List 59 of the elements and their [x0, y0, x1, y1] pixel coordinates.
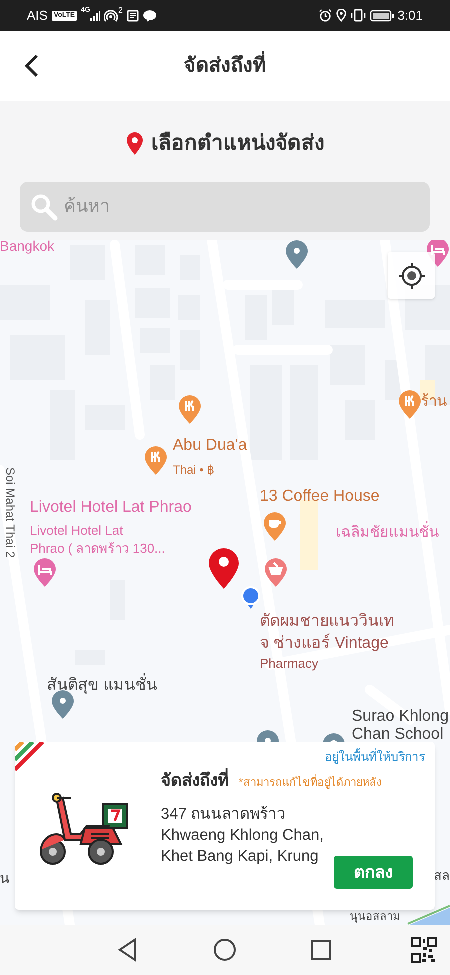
- map-label: 13 Coffee House: [260, 487, 380, 507]
- map-label: ตัดผมชายแนววินเท: [260, 612, 395, 632]
- page-title: จัดส่งถึงที่: [184, 51, 266, 81]
- restaurant-pin-icon: [144, 446, 168, 476]
- map-label: Abu Dua'a: [173, 436, 248, 456]
- hotspot-icon: [104, 8, 118, 22]
- map-label: สล: [434, 868, 450, 884]
- map-label: Thai • ฿: [173, 463, 216, 478]
- confirm-button[interactable]: ตกลง: [334, 856, 413, 889]
- map-label: น: [0, 870, 10, 888]
- current-location-icon: [241, 586, 261, 610]
- vibrate-icon: [350, 9, 366, 22]
- home-nav-button[interactable]: [212, 937, 238, 963]
- map-label: นุนอสลาม: [350, 911, 400, 925]
- map-label: จ ช่างแอร์ Vintage: [260, 634, 389, 654]
- qr-code-icon[interactable]: [411, 937, 437, 963]
- battery-icon: [370, 10, 394, 22]
- edit-later-note: *สามารถแก้ไขที่อยู่ได้ภายหลัง: [239, 775, 382, 792]
- restaurant-pin-icon: [398, 390, 422, 420]
- map-label: Bangkok: [0, 240, 54, 256]
- recents-nav-button[interactable]: [308, 937, 334, 963]
- hotel-pin-icon: [33, 558, 57, 588]
- prompt-text: เลือกตำแหน่งจัดส่ง: [152, 130, 324, 157]
- map-label: Surao Khlong: [352, 707, 449, 727]
- map-label: เฉลิมชัยแมนชั่น: [336, 524, 439, 543]
- mortar-pin-icon: [264, 558, 288, 588]
- signal-icon: [90, 10, 100, 20]
- map-label: Soi Mahat Thai 2: [2, 468, 18, 560]
- land-lot: [300, 500, 318, 570]
- alarm-icon: [318, 9, 332, 22]
- locate-button[interactable]: [388, 252, 435, 299]
- location-icon: [336, 9, 347, 22]
- address-text: 347 ถนนลาดพร้าว Khwaeng Khlong Chan, Khet Bang Kapi, Krung: [161, 804, 325, 866]
- map-label: Livotel Hotel Lat: [30, 523, 124, 540]
- service-area-text: อยู่ในพื้นที่ให้บริการ: [325, 748, 425, 766]
- map-label: ร้าน: [421, 393, 447, 412]
- home-circle-icon: [212, 937, 238, 963]
- river-drawing: [408, 905, 450, 925]
- map-label: Phrao ( ลาดพร้าว 130...: [30, 541, 166, 558]
- map-label: Livotel Hotel Lat Phrao: [30, 498, 192, 518]
- search-icon: [30, 192, 58, 220]
- delivery-scooter-icon: [37, 790, 129, 866]
- carrier-text: AIS: [27, 6, 48, 25]
- recents-square-icon: [308, 937, 334, 963]
- map-label: สันติสุข แมนชั่น: [47, 676, 158, 696]
- map-label: Chan School: [352, 725, 444, 745]
- selected-location-pin-icon: [208, 548, 240, 590]
- crosshair-icon: [398, 262, 426, 290]
- map-label: Pharmacy: [260, 656, 319, 672]
- search-field[interactable]: ค้นหา: [20, 182, 430, 232]
- map-view[interactable]: [0, 240, 450, 925]
- hotspot-count-text: 2: [118, 5, 123, 17]
- clock-text: 3:01: [398, 6, 423, 25]
- map-pin-icon: [126, 132, 144, 156]
- cup-pin-icon: [263, 512, 287, 542]
- notification-icon: [126, 10, 139, 22]
- chat-icon: [142, 10, 157, 22]
- restaurant-pin-icon: [178, 395, 202, 425]
- delivery-title: จัดส่งถึงที่: [161, 768, 229, 794]
